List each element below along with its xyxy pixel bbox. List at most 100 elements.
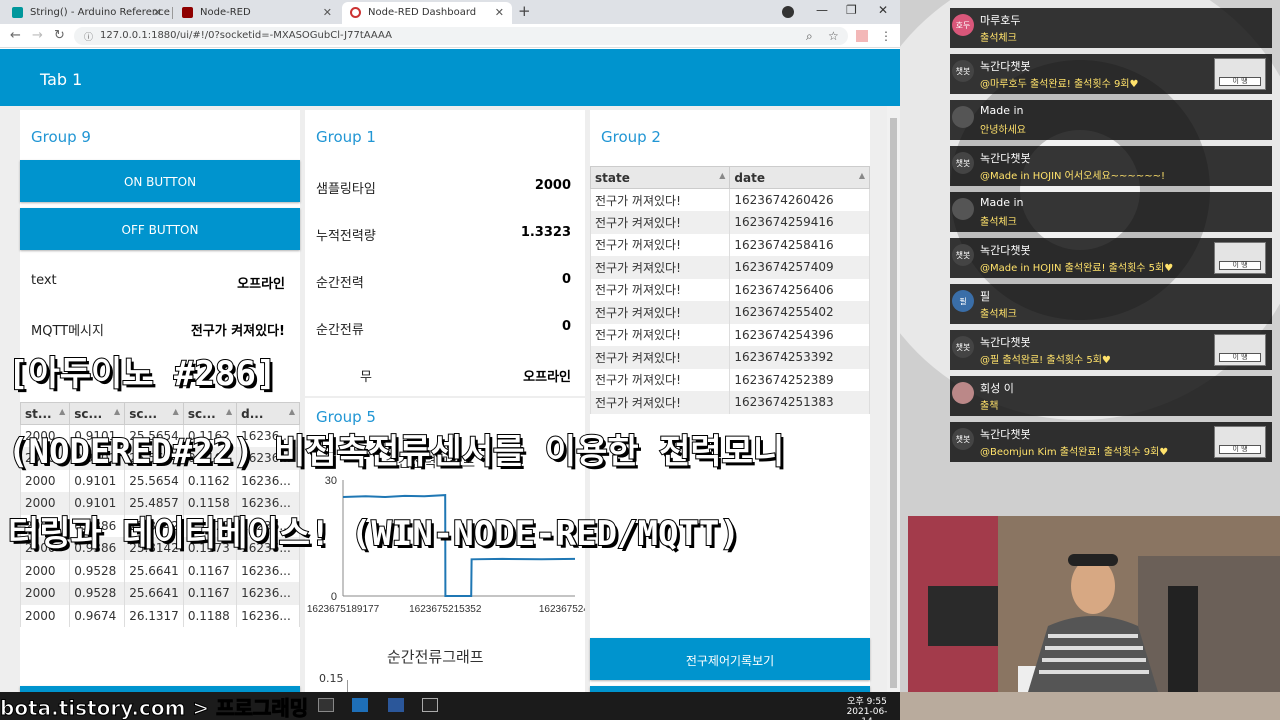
cumulative-energy-value: 1.3323	[520, 225, 571, 240]
vscode-app-icon[interactable]	[388, 698, 404, 712]
menu-kebab-icon[interactable]: ⋮	[880, 29, 892, 43]
webcam-feed	[908, 516, 1280, 692]
chat-message: 챗봇 녹간다챗봇 @필 출석완료! 출석횟수 5회♥ 이 땡	[950, 330, 1272, 370]
table-cell: 1623674257409	[729, 256, 870, 279]
table-cell: 전구가 꺼져있다!	[589, 233, 731, 256]
info-icon[interactable]: ⓘ	[84, 30, 93, 43]
table-row[interactable]: 전구가 켜져있다! 1623674257409	[589, 256, 870, 279]
table-header-cell[interactable]: state ▲	[589, 166, 731, 189]
table-row[interactable]: 전구가 켜져있다! 1623674253392	[589, 346, 870, 369]
table-row[interactable]: 2000 0.9674 26.1317 0.1188 16236...	[19, 604, 300, 627]
table-cell: 2000	[19, 582, 71, 605]
bookmark-star-icon[interactable]: ☆	[828, 29, 839, 43]
page-scrollbar[interactable]	[887, 106, 900, 692]
sampling-time-value: 2000	[534, 178, 571, 193]
table-header-cell[interactable]: d... ▲	[236, 402, 300, 425]
app-window-icon[interactable]	[352, 698, 368, 712]
sort-icon[interactable]: ▲	[859, 171, 865, 180]
instant-power-label: 순간전력	[316, 276, 364, 291]
group-9-card: Group 9 ON BUTTON OFF BUTTON text 오프라인 M…	[19, 110, 300, 692]
table-cell: 전구가 꺼져있다!	[589, 278, 731, 301]
mysql-app-icon[interactable]	[422, 698, 438, 712]
sort-icon[interactable]: ▲	[59, 407, 65, 416]
chat-text: @마루호두 출석완료! 출석횟수 9회♥	[980, 79, 1139, 90]
minimize-icon[interactable]: —	[816, 3, 828, 17]
table-header-cell[interactable]: st... ▲	[19, 402, 71, 425]
mqtt-message-value: 전구가 켜져있다!	[190, 324, 285, 339]
instant-power-value: 0	[561, 272, 571, 287]
close-tab-icon[interactable]: ✕	[495, 6, 504, 19]
new-tab-icon[interactable]: +	[518, 2, 531, 20]
sort-icon[interactable]: ▲	[289, 407, 295, 416]
off-button[interactable]: OFF BUTTON	[20, 208, 300, 250]
chat-avatar	[952, 382, 974, 404]
zoom-icon[interactable]: ⌕	[806, 29, 813, 44]
table-cell: 1623674253392	[729, 346, 870, 369]
sort-icon[interactable]: ▲	[114, 407, 120, 416]
table-cell: 전구가 꺼져있다!	[589, 188, 731, 211]
chat-username: 마루호두	[980, 14, 1021, 27]
table-cell: 1623674256406	[729, 278, 870, 301]
browser-tab-title: String() - Arduino Reference	[30, 7, 170, 18]
back-icon[interactable]: ←	[10, 28, 21, 43]
chat-text: 출석체크	[980, 309, 1017, 320]
browser-tab-dashboard[interactable]: Node-RED Dashboard ✕	[342, 2, 512, 24]
video-title-line-2: 터링과 데이터베이스! (WIN-NODE-RED/MQTT)	[7, 513, 741, 555]
on-button[interactable]: ON BUTTON	[20, 160, 300, 202]
browser-tab-arduino[interactable]: String() - Arduino Reference ✕	[4, 2, 170, 24]
scrollbar-thumb[interactable]	[890, 118, 897, 688]
restore-icon[interactable]: ❐	[846, 3, 857, 17]
table-row[interactable]: 전구가 켜져있다! 1623674255402	[589, 301, 870, 324]
table-row[interactable]: 전구가 꺼져있다! 1623674252389	[589, 368, 870, 391]
group-1-card: Group 1 샘플링타임 2000 누적전력량 1.3323 순간전력 0 순…	[305, 110, 585, 396]
close-tab-icon[interactable]: ✕	[323, 6, 332, 19]
chat-sticker: 이 땡	[1214, 426, 1266, 458]
video-episode-title: [아두이노 #286]	[7, 353, 277, 395]
table-cell: 26.1317	[124, 604, 184, 627]
sort-icon[interactable]: ▲	[173, 407, 179, 416]
chat-text: 출책	[980, 401, 999, 412]
chat-text: 안녕하세요	[980, 125, 1026, 136]
group-2-card: Group 2 state ▲ date ▲ 전구가 꺼져있다! 16236742604…	[589, 110, 870, 692]
table-cell: 전구가 켜져있다!	[589, 301, 731, 324]
table-cell: 1623674260426	[729, 188, 870, 211]
node-red-dashboard-favicon-icon	[350, 7, 361, 18]
table-cell: 1623674255402	[729, 301, 870, 324]
chat-avatar: 챗봇	[952, 336, 974, 358]
terminal-app-icon[interactable]	[318, 698, 334, 712]
table-header-cell[interactable]: sc... ▲	[124, 402, 184, 425]
taskbar-clock: 오후 9:55 2021-06-14	[842, 694, 892, 720]
header-label: sc...	[74, 406, 103, 421]
table-cell: 1623674254396	[729, 323, 870, 346]
bulb-history-button[interactable]: 전구제어기록보기	[590, 638, 870, 680]
table-header-cell[interactable]: sc... ▲	[69, 402, 126, 425]
close-tab-icon[interactable]: ✕	[153, 6, 162, 19]
extension-icon[interactable]	[856, 30, 868, 42]
table-header-cell[interactable]: date ▲	[729, 166, 870, 189]
table-header-cell[interactable]: sc... ▲	[182, 402, 238, 425]
chat-message: 호두 마루호두 출석체크	[950, 8, 1272, 48]
table-row[interactable]: 2000 0.9528 25.6641 0.1167 16236...	[19, 582, 300, 605]
table-row[interactable]: 전구가 켜져있다! 1623674259416	[589, 211, 870, 234]
webcam-bottom-strip	[900, 692, 1280, 720]
dashboard-tab-title: Tab 1	[40, 70, 83, 89]
sort-icon[interactable]: ▲	[226, 407, 232, 416]
table-row[interactable]: 전구가 꺼져있다! 1623674254396	[589, 323, 870, 346]
forward-icon[interactable]: →	[32, 28, 43, 43]
dashboard-content: Group 9 ON BUTTON OFF BUTTON text 오프라인 M…	[0, 106, 900, 692]
url-field[interactable]: ⓘ 127.0.0.1:1880/ui/#!/0?socketid=-MXASO…	[74, 27, 848, 45]
table-row[interactable]: 전구가 켜져있다! 1623674251383	[589, 391, 870, 414]
header-label: d...	[241, 406, 264, 421]
close-window-icon[interactable]: ✕	[878, 3, 888, 17]
chat-text: 출석체크	[980, 33, 1017, 44]
table-row[interactable]: 전구가 꺼져있다! 1623674258416	[589, 233, 870, 256]
profile-icon[interactable]	[782, 6, 794, 18]
table-row[interactable]: 전구가 꺼져있다! 1623674256406	[589, 278, 870, 301]
reload-icon[interactable]: ↻	[54, 28, 65, 43]
table-row[interactable]: 전구가 꺼져있다! 1623674260426	[589, 188, 870, 211]
browser-tab-node-red[interactable]: Node-RED ✕	[174, 2, 340, 24]
bulb-state-table: state ▲ date ▲ 전구가 꺼져있다! 1623674260426 전구가 켜져…	[589, 166, 870, 414]
sort-icon[interactable]: ▲	[719, 171, 725, 180]
table-row[interactable]: 2000 0.9528 25.6641 0.1167 16236...	[19, 559, 300, 582]
chat-username: Made in	[980, 104, 1024, 117]
